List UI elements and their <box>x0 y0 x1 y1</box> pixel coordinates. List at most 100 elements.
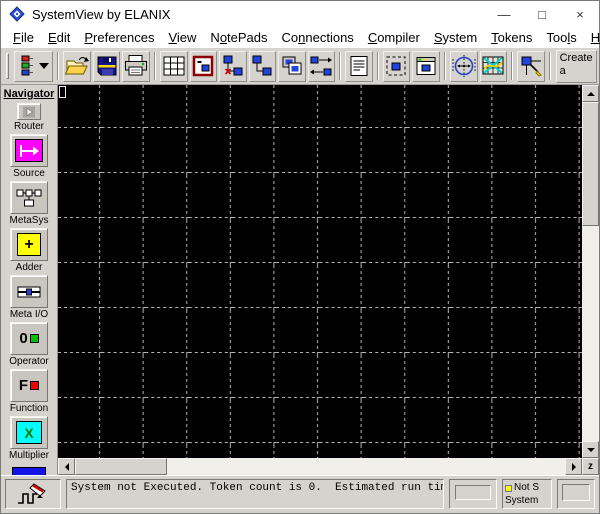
toolbar: Create a <box>1 47 599 85</box>
scroll-down-button[interactable] <box>582 441 599 458</box>
disconnect-tokens-button[interactable] <box>219 51 246 82</box>
function-token-button[interactable]: F <box>10 369 48 402</box>
grid-button[interactable] <box>160 51 187 82</box>
navigator-item-meta-io[interactable]: Meta I/O <box>10 275 48 320</box>
token-window-icon <box>414 54 438 78</box>
reverse-connection-icon <box>309 54 333 78</box>
minimize-button[interactable]: — <box>485 1 523 27</box>
menu-tools[interactable]: Tools <box>539 29 583 46</box>
operator-token-button[interactable]: 0 <box>10 322 48 355</box>
metasys-token-button[interactable] <box>10 181 48 214</box>
navigator-item-operator[interactable]: 0 Operator <box>9 322 48 367</box>
create-a-button[interactable]: Create a <box>556 50 597 83</box>
open-button[interactable] <box>63 51 91 82</box>
vertical-scroll-thumb[interactable] <box>582 102 599 226</box>
select-tokens-button[interactable] <box>383 51 410 82</box>
multiplier-token-button[interactable]: X <box>10 416 48 449</box>
source-token-button[interactable] <box>10 134 48 167</box>
horizontal-scroll-track[interactable] <box>167 458 565 475</box>
menu-view[interactable]: View <box>161 29 203 46</box>
scroll-up-button[interactable] <box>582 85 599 102</box>
status-bar: System not Executed. Token count is 0. E… <box>1 475 599 513</box>
adder-plus-icon: + <box>17 233 41 256</box>
vertical-scroll-track[interactable] <box>582 226 599 441</box>
status-extra-panel <box>557 479 595 509</box>
save-floppy-icon <box>95 54 119 78</box>
arrow-down-icon <box>587 448 595 456</box>
connect-tokens-button[interactable] <box>249 51 276 82</box>
compass-button[interactable] <box>450 51 478 82</box>
window-controls: — □ × <box>485 1 599 27</box>
status-extra-inner <box>562 484 590 501</box>
toolbar-separator <box>154 52 156 80</box>
toolbar-separator <box>377 52 379 80</box>
toolbar-separator <box>549 52 551 80</box>
menu-connections[interactable]: Connections <box>275 29 361 46</box>
menu-system[interactable]: System <box>427 29 484 46</box>
meta-io-token-button[interactable] <box>10 275 48 308</box>
canvas-cursor <box>59 86 66 98</box>
menu-preferences[interactable]: Preferences <box>77 29 161 46</box>
canvas-grid <box>58 85 582 458</box>
run-system-icon <box>16 480 50 508</box>
scroll-left-button[interactable] <box>58 458 75 475</box>
duplicate-tokens-button[interactable] <box>278 51 305 82</box>
connect-tokens-icon <box>250 54 274 78</box>
token-wand-button[interactable] <box>517 51 544 82</box>
operator-icon: 0 <box>19 330 38 347</box>
design-canvas[interactable] <box>58 85 582 458</box>
meta-io-icon <box>16 284 42 300</box>
toolbar-drag-handle[interactable] <box>6 53 9 79</box>
menu-help[interactable]: Help <box>584 29 600 46</box>
notepad-button[interactable] <box>345 51 372 82</box>
right-scroll-column: z <box>582 85 599 475</box>
scroll-right-button[interactable] <box>565 458 582 475</box>
state-line1-text: Not S <box>514 482 539 495</box>
analysis-window-icon <box>481 54 505 78</box>
horizontal-scrollbar[interactable] <box>58 458 582 475</box>
toolbar-separator <box>339 52 341 80</box>
print-button[interactable] <box>122 51 150 82</box>
router-token-button[interactable] <box>17 103 41 120</box>
menu-tokens[interactable]: Tokens <box>484 29 539 46</box>
toolbar-separator <box>57 52 59 80</box>
navigator-item-sink-partial[interactable] <box>12 463 46 475</box>
menu-file[interactable]: File <box>6 29 41 46</box>
function-red-square-icon <box>30 381 39 390</box>
menu-edit[interactable]: Edit <box>41 29 77 46</box>
navigator-item-source[interactable]: Source <box>10 134 48 179</box>
app-window: SystemView by ELANIX — □ × File Edit Pre… <box>0 0 600 514</box>
toolbar-separator <box>444 52 446 80</box>
state-line2-text: System <box>505 495 549 508</box>
zoom-button[interactable]: z <box>582 458 599 475</box>
menu-bar: File Edit Preferences View NotePads Conn… <box>1 27 599 47</box>
disconnect-tokens-icon <box>221 54 245 78</box>
status-progress-panel <box>449 479 497 509</box>
analysis-window-button[interactable] <box>480 51 507 82</box>
reverse-connection-button[interactable] <box>308 51 335 82</box>
token-window-button[interactable] <box>412 51 439 82</box>
adder-token-button[interactable]: + <box>10 228 48 261</box>
close-button[interactable]: × <box>561 1 599 27</box>
run-system-panel[interactable] <box>5 479 61 509</box>
navigator-item-adder[interactable]: + Adder <box>10 228 48 273</box>
navigator-item-multiplier[interactable]: X Multiplier <box>9 416 49 461</box>
menu-compiler[interactable]: Compiler <box>361 29 427 46</box>
maximize-button[interactable]: □ <box>523 1 561 27</box>
grid-icon <box>162 54 186 78</box>
blue-box-icon <box>12 467 46 475</box>
save-button[interactable] <box>93 51 120 82</box>
vertical-scrollbar[interactable] <box>582 85 599 458</box>
token-reservoir-icon <box>16 54 50 78</box>
horizontal-scroll-thumb[interactable] <box>75 458 167 475</box>
source-token-icon <box>15 139 43 162</box>
navigator-item-function[interactable]: F Function <box>10 369 48 414</box>
navigator-item-metasys[interactable]: MetaSys <box>10 181 49 226</box>
compass-icon <box>451 54 477 78</box>
token-reservoir-dropdown-button[interactable] <box>14 51 53 82</box>
navigator-item-router[interactable]: Router <box>14 103 44 132</box>
menu-notepads[interactable]: NotePads <box>203 29 274 46</box>
window-title: SystemView by ELANIX <box>32 7 170 22</box>
redraw-system-button[interactable] <box>190 51 217 82</box>
arrow-right-icon <box>572 463 580 471</box>
